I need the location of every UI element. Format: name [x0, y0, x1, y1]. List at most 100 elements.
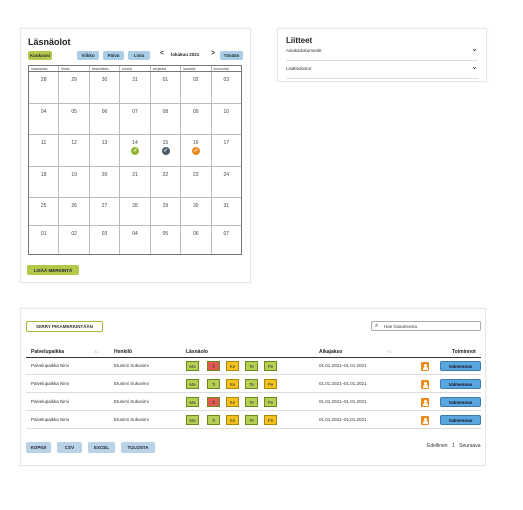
calendar-day-cell[interactable]: 24: [212, 167, 241, 198]
check-circle-icon[interactable]: ✓: [192, 147, 201, 156]
attachments-item-client-documents[interactable]: Asiakadokumentit ⌄: [286, 43, 478, 61]
attendance-day-badge[interactable]: Ke: [226, 379, 239, 389]
calendar-day-cell[interactable]: 29: [151, 198, 182, 226]
calendar-day-cell[interactable]: 08: [151, 103, 182, 135]
attendance-day-badge[interactable]: Ke: [226, 415, 239, 425]
attendance-day-badge[interactable]: Ma: [186, 415, 199, 425]
attendance-day-badge[interactable]: Ke: [226, 361, 239, 371]
calendar-day-cell[interactable]: 09: [181, 103, 212, 135]
next-page-link[interactable]: Seuraava: [459, 443, 480, 449]
check-circle-icon[interactable]: ✓: [161, 147, 170, 156]
prev-month-arrow[interactable]: <: [160, 50, 164, 57]
list-view-button[interactable]: Lista: [128, 51, 150, 60]
coaching-button[interactable]: Valmennus: [440, 415, 481, 425]
calendar-day-cell[interactable]: 28: [120, 198, 151, 226]
week-view-button[interactable]: Viikko: [77, 51, 99, 60]
attendance-day-badge[interactable]: Pe: [264, 379, 277, 389]
calendar-day-cell[interactable]: 16 ✓: [181, 135, 212, 166]
calendar-day-cell[interactable]: 02: [181, 72, 212, 103]
calendar-day-cell[interactable]: 27: [90, 198, 121, 226]
calendar-day-cell[interactable]: 05: [59, 103, 90, 135]
attendance-day-badge[interactable]: Ti: [207, 379, 220, 389]
calendar-day-cell[interactable]: 14 ✓: [120, 135, 151, 166]
prev-page-link[interactable]: Edellinen: [427, 443, 448, 449]
attendance-day-badge[interactable]: Pe: [264, 397, 277, 407]
attendance-day-badge[interactable]: Pe: [264, 361, 277, 371]
calendar-day-cell[interactable]: 22: [151, 166, 182, 198]
attendance-day-badge[interactable]: Ti: [207, 415, 220, 425]
calendar-day-cell[interactable]: 07: [212, 226, 241, 254]
calendar-day-cell[interactable]: 04: [29, 103, 60, 135]
attachments-item-additional-files[interactable]: Lisätiedostot ⌄: [286, 61, 478, 79]
calendar-day-cell[interactable]: 12: [59, 135, 90, 166]
attendance-day-badge[interactable]: Pe: [264, 415, 277, 425]
attendance-day-badge[interactable]: Te: [245, 361, 258, 371]
calendar-day-cell[interactable]: 21: [120, 166, 151, 198]
print-button[interactable]: TULOSTA: [121, 442, 155, 453]
person-icon[interactable]: [421, 416, 429, 425]
attendance-day-badge[interactable]: Ma: [186, 379, 199, 389]
calendar-day-cell[interactable]: 28: [29, 72, 60, 103]
calendar-day-cell[interactable]: 18: [29, 166, 60, 198]
calendar-day-cell[interactable]: 03: [212, 72, 241, 103]
calendar-day-cell[interactable]: 06: [90, 103, 121, 135]
check-circle-icon[interactable]: ✓: [131, 147, 140, 156]
person-icon[interactable]: [421, 380, 429, 389]
csv-button[interactable]: CSV: [57, 442, 82, 453]
add-entry-button[interactable]: LISÄÄ MERKINTÄ: [27, 265, 79, 275]
calendar-day-cell[interactable]: 26: [59, 198, 90, 226]
coaching-button[interactable]: Valmennus: [440, 361, 481, 371]
calendar-day-cell[interactable]: 02: [59, 226, 90, 255]
today-button[interactable]: Tänään: [220, 51, 243, 60]
sort-icon[interactable]: ↑↓: [387, 349, 392, 354]
next-month-arrow[interactable]: >: [211, 50, 215, 57]
month-view-button[interactable]: Kuukausi: [28, 51, 52, 60]
person-icon[interactable]: [421, 362, 429, 371]
excel-button[interactable]: EXCEL: [88, 442, 115, 453]
calendar-day-cell[interactable]: 11: [29, 135, 60, 166]
search-input[interactable]: [384, 323, 478, 330]
calendar-day-cell[interactable]: 04: [120, 226, 151, 255]
quick-entry-button[interactable]: SIIRRY PIKAMERKINTÄÄN: [26, 321, 103, 332]
calendar-day-cell[interactable]: 25: [29, 198, 60, 226]
person-icon[interactable]: [421, 398, 429, 407]
calendar-day-cell[interactable]: 15 ✓: [151, 135, 182, 166]
attendance-day-badge[interactable]: Te: [245, 415, 258, 425]
calendar-day-cell[interactable]: 01: [29, 226, 60, 255]
table-row: Palvelupaikka Nimi Etunimi Sukunimi Ma Ti Ke…: [26, 358, 481, 375]
attendance-day-badge[interactable]: Ti: [207, 397, 220, 407]
coaching-button[interactable]: Valmennus: [440, 379, 481, 389]
calendar-day-cell[interactable]: 05: [151, 226, 182, 255]
calendar-day-cell[interactable]: 17: [212, 135, 241, 166]
calendar-day-cell[interactable]: 29: [59, 72, 90, 103]
calendar-day-cell[interactable]: 30: [90, 72, 121, 103]
attendance-day-badge[interactable]: Ma: [186, 361, 199, 371]
attendance-day-badge[interactable]: Te: [245, 379, 258, 389]
attendance-day-badge[interactable]: Ma: [186, 397, 199, 407]
current-page[interactable]: 1: [452, 443, 455, 449]
weekday-header: perjantai: [151, 66, 182, 71]
calendar-day-cell[interactable]: 10: [212, 104, 241, 135]
calendar-day-cell[interactable]: 07: [120, 103, 151, 135]
calendar-day-cell[interactable]: 19: [59, 166, 90, 198]
calendar-day-number: 04: [40, 108, 47, 115]
calendar-day-cell[interactable]: 31: [120, 72, 151, 103]
calendar-day-number: 20: [101, 171, 108, 178]
calendar-day-cell[interactable]: 23: [181, 166, 212, 198]
calendar-day-cell[interactable]: 31: [212, 198, 241, 225]
copy-button[interactable]: KOPIOI: [26, 442, 51, 453]
cell-place: Palvelupaikka Nimi: [31, 417, 70, 422]
calendar-day-cell[interactable]: 06: [181, 226, 212, 255]
sort-icon[interactable]: ↑↓: [94, 349, 99, 354]
calendar-day-number: 28: [40, 77, 47, 83]
calendar-day-cell[interactable]: 01: [151, 72, 182, 103]
calendar-day-cell[interactable]: 03: [90, 226, 121, 255]
attendance-day-badge[interactable]: Te: [245, 397, 258, 407]
attendance-day-badge[interactable]: Ti: [207, 361, 220, 371]
calendar-day-cell[interactable]: 20: [90, 166, 121, 198]
day-view-button[interactable]: Päivä: [103, 51, 124, 60]
coaching-button[interactable]: Valmennus: [440, 397, 481, 407]
calendar-day-cell[interactable]: 30: [181, 198, 212, 226]
attendance-day-badge[interactable]: Ke: [226, 397, 239, 407]
calendar-day-cell[interactable]: 13: [90, 135, 121, 166]
